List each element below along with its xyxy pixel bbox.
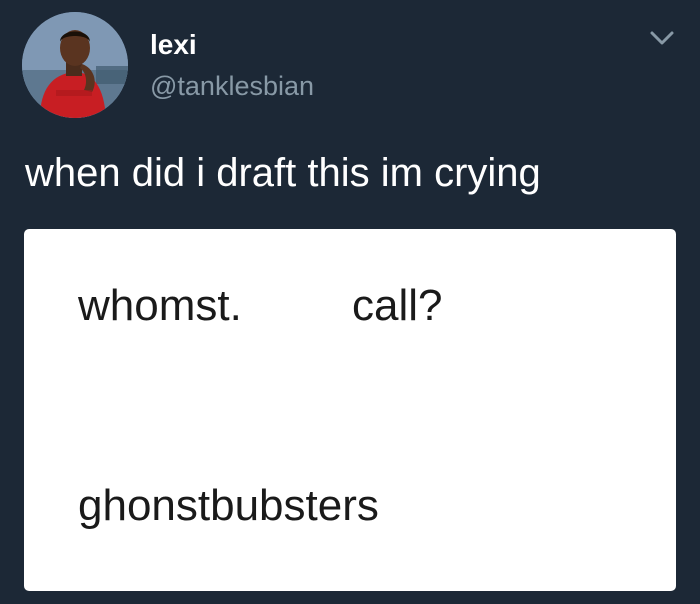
draft-text-line-2: ghonstbubsters [78, 481, 379, 530]
tweet: lexi @tanklesbian when did i draft this … [0, 0, 700, 604]
user-handle[interactable]: @tanklesbian [150, 70, 314, 102]
display-name[interactable]: lexi [150, 28, 197, 62]
avatar-image [22, 12, 128, 118]
avatar[interactable] [22, 12, 128, 118]
chevron-down-icon[interactable] [648, 28, 676, 48]
draft-text-line-1: whomst. [78, 281, 242, 330]
draft-text-line-1-b: call? [352, 281, 443, 330]
tweet-text: when did i draft this im crying [25, 151, 541, 195]
draft-screenshot: whomst. call? ghonstbubsters [24, 229, 676, 591]
